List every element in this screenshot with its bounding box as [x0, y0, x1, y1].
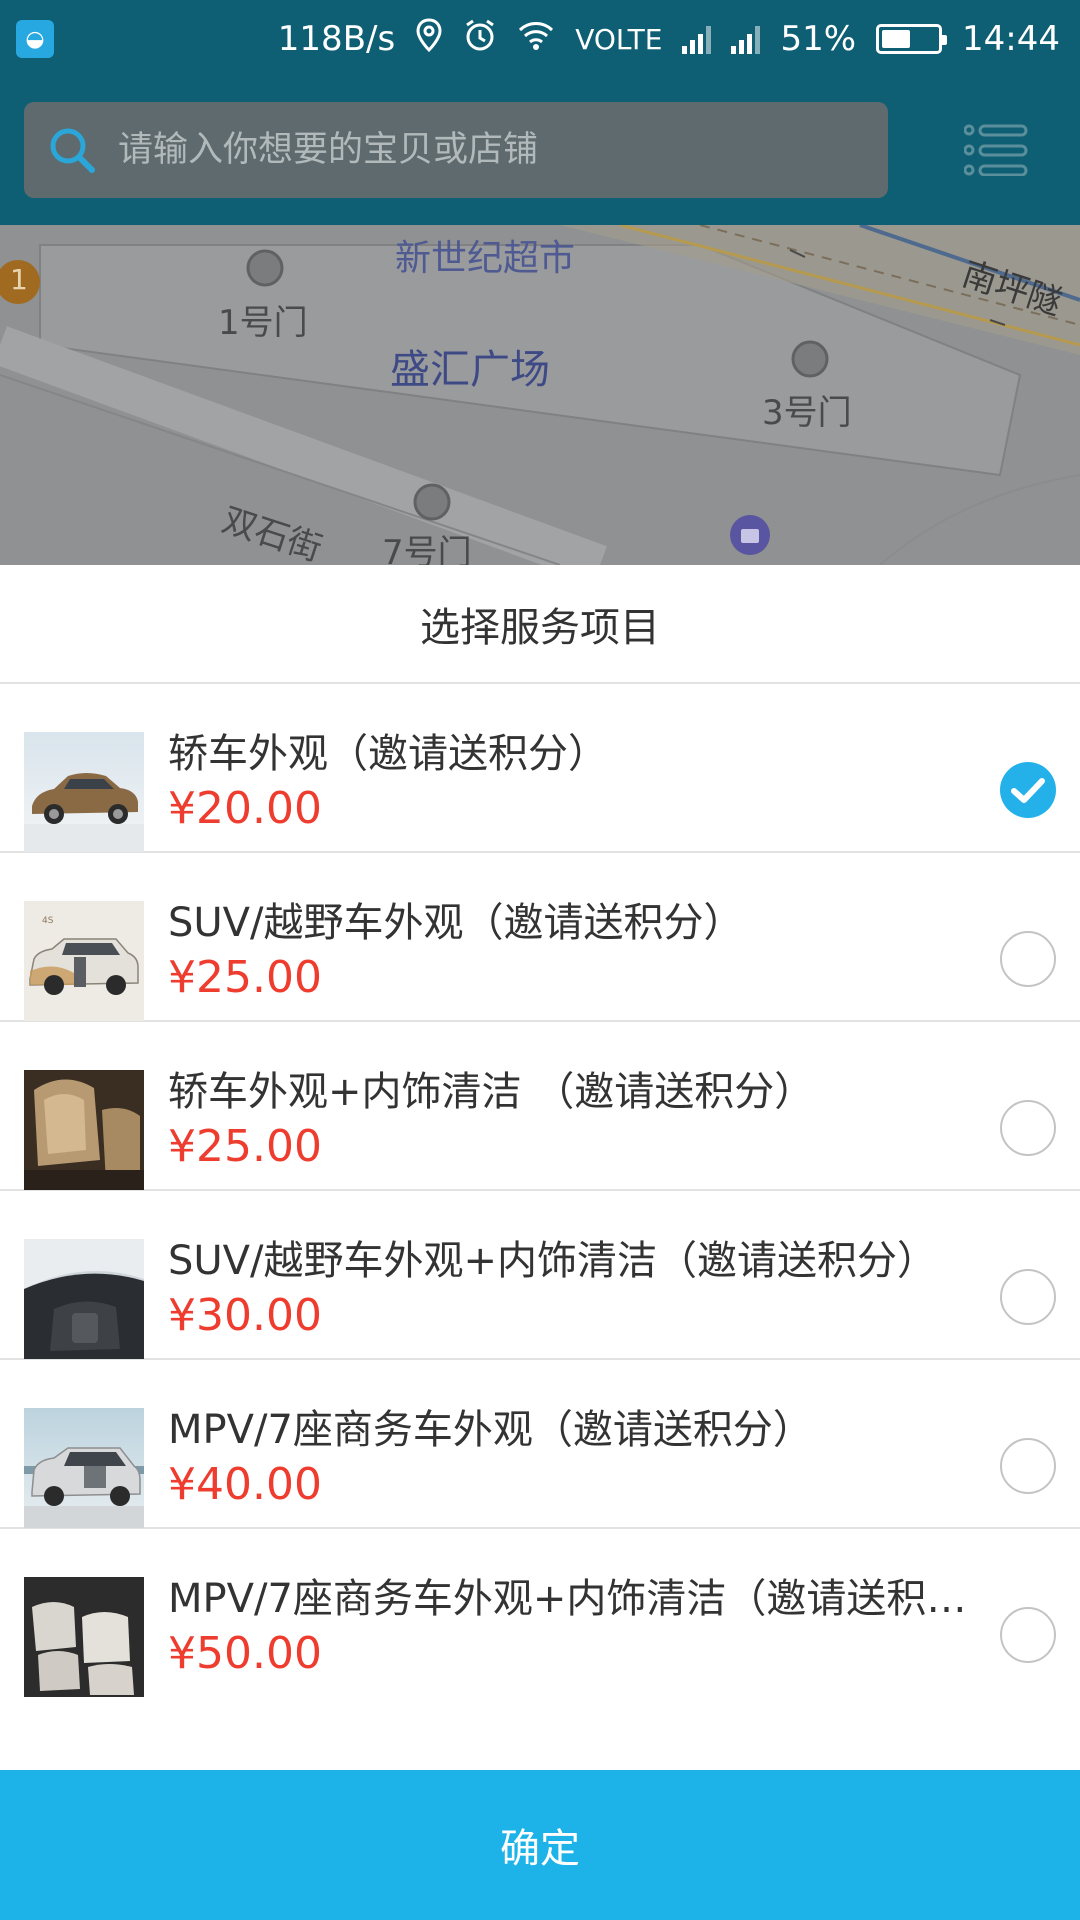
confirm-button[interactable]: 确定 [0, 1770, 1080, 1920]
map-view[interactable]: 1 新世纪超市 1号门 盛汇广场 3号门 7号门 双石街 南坪隧 [0, 225, 1080, 565]
alarm-icon [463, 18, 497, 61]
service-name: MPV/7座商务车外观（邀请送积分） [168, 1407, 813, 1453]
mpv-interior-thumbnail [24, 1577, 144, 1697]
app-notification-icon: ◒ [16, 20, 54, 58]
battery-icon [876, 24, 948, 54]
map-label-gate7: 7号门 [382, 533, 472, 565]
service-name: SUV/越野车外观（邀请送积分） [168, 900, 744, 946]
service-name: 轿车外观+内饰清洁 （邀请送积分） [168, 1069, 815, 1115]
service-price: ¥40.00 [168, 1459, 322, 1510]
search-icon [50, 128, 95, 173]
service-price: ¥50.00 [168, 1628, 322, 1679]
network-type: VOLTE [575, 22, 663, 56]
wifi-icon [517, 19, 555, 60]
battery-percent: 51% [780, 19, 857, 59]
map-label-plaza: 盛汇广场 [390, 347, 550, 393]
suv-interior-thumbnail [24, 1239, 144, 1359]
signal-icon-2 [731, 24, 761, 54]
selected-radio[interactable] [1000, 762, 1056, 818]
status-bar: ◒ 118B/s VOLTE 51% 14:44 [0, 0, 1080, 78]
service-item[interactable]: 4S SUV/越野车外观（邀请送积分） ¥25.00 [0, 853, 1080, 1022]
service-name: 轿车外观（邀请送积分） [168, 731, 608, 777]
service-list: 轿车外观（邀请送积分） ¥20.00 4S SUV/越野车外观（邀请送积分） ¥… [0, 684, 1080, 1698]
map-label-supermarket: 新世纪超市 [395, 238, 576, 279]
unselected-radio[interactable] [1000, 931, 1056, 987]
service-price: ¥25.00 [168, 1121, 322, 1172]
service-price: ¥20.00 [168, 783, 322, 834]
map-label-gate1: 1号门 [218, 303, 308, 343]
sedan-thumbnail [24, 732, 144, 852]
suv-thumbnail: 4S [24, 901, 144, 1021]
clock: 14:44 [962, 19, 1060, 59]
service-item[interactable]: SUV/越野车外观+内饰清洁（邀请送积分） ¥30.00 [0, 1191, 1080, 1360]
sheet-title: 选择服务项目 [0, 565, 1080, 684]
signal-icon-1 [682, 24, 712, 54]
mpv-thumbnail [24, 1408, 144, 1528]
network-speed: 118B/s [277, 19, 396, 59]
service-name: MPV/7座商务车外观+内饰清洁（邀请送积分） [168, 1576, 988, 1622]
car-interior-thumbnail [24, 1070, 144, 1190]
search-box[interactable] [24, 102, 888, 198]
service-item[interactable]: MPV/7座商务车外观（邀请送积分） ¥40.00 [0, 1360, 1080, 1529]
service-item[interactable]: 轿车外观+内饰清洁 （邀请送积分） ¥25.00 [0, 1022, 1080, 1191]
map-label-gate3: 3号门 [762, 393, 852, 433]
menu-button[interactable] [960, 104, 1032, 196]
unselected-radio[interactable] [1000, 1269, 1056, 1325]
service-name: SUV/越野车外观+内饰清洁（邀请送积分） [168, 1238, 938, 1284]
service-price: ¥30.00 [168, 1290, 322, 1341]
thumb-banner: 4S [42, 916, 54, 926]
checkmark-icon [1011, 778, 1045, 803]
service-item[interactable]: 轿车外观（邀请送积分） ¥20.00 [0, 684, 1080, 853]
unselected-radio[interactable] [1000, 1607, 1056, 1663]
map-label-marker: 1 [10, 263, 28, 296]
location-icon [415, 17, 443, 61]
list-menu-icon [964, 124, 1028, 176]
search-input[interactable] [118, 130, 888, 170]
service-item[interactable]: MPV/7座商务车外观+内饰清洁（邀请送积分） ¥50.00 [0, 1529, 1080, 1698]
header [0, 78, 1080, 225]
unselected-radio[interactable] [1000, 1438, 1056, 1494]
unselected-radio[interactable] [1000, 1100, 1056, 1156]
service-price: ¥25.00 [168, 952, 322, 1003]
service-picker-sheet: 选择服务项目 轿车外观（邀请送积分） ¥20.00 4S SUV/越野车外观（邀… [0, 565, 1080, 1920]
